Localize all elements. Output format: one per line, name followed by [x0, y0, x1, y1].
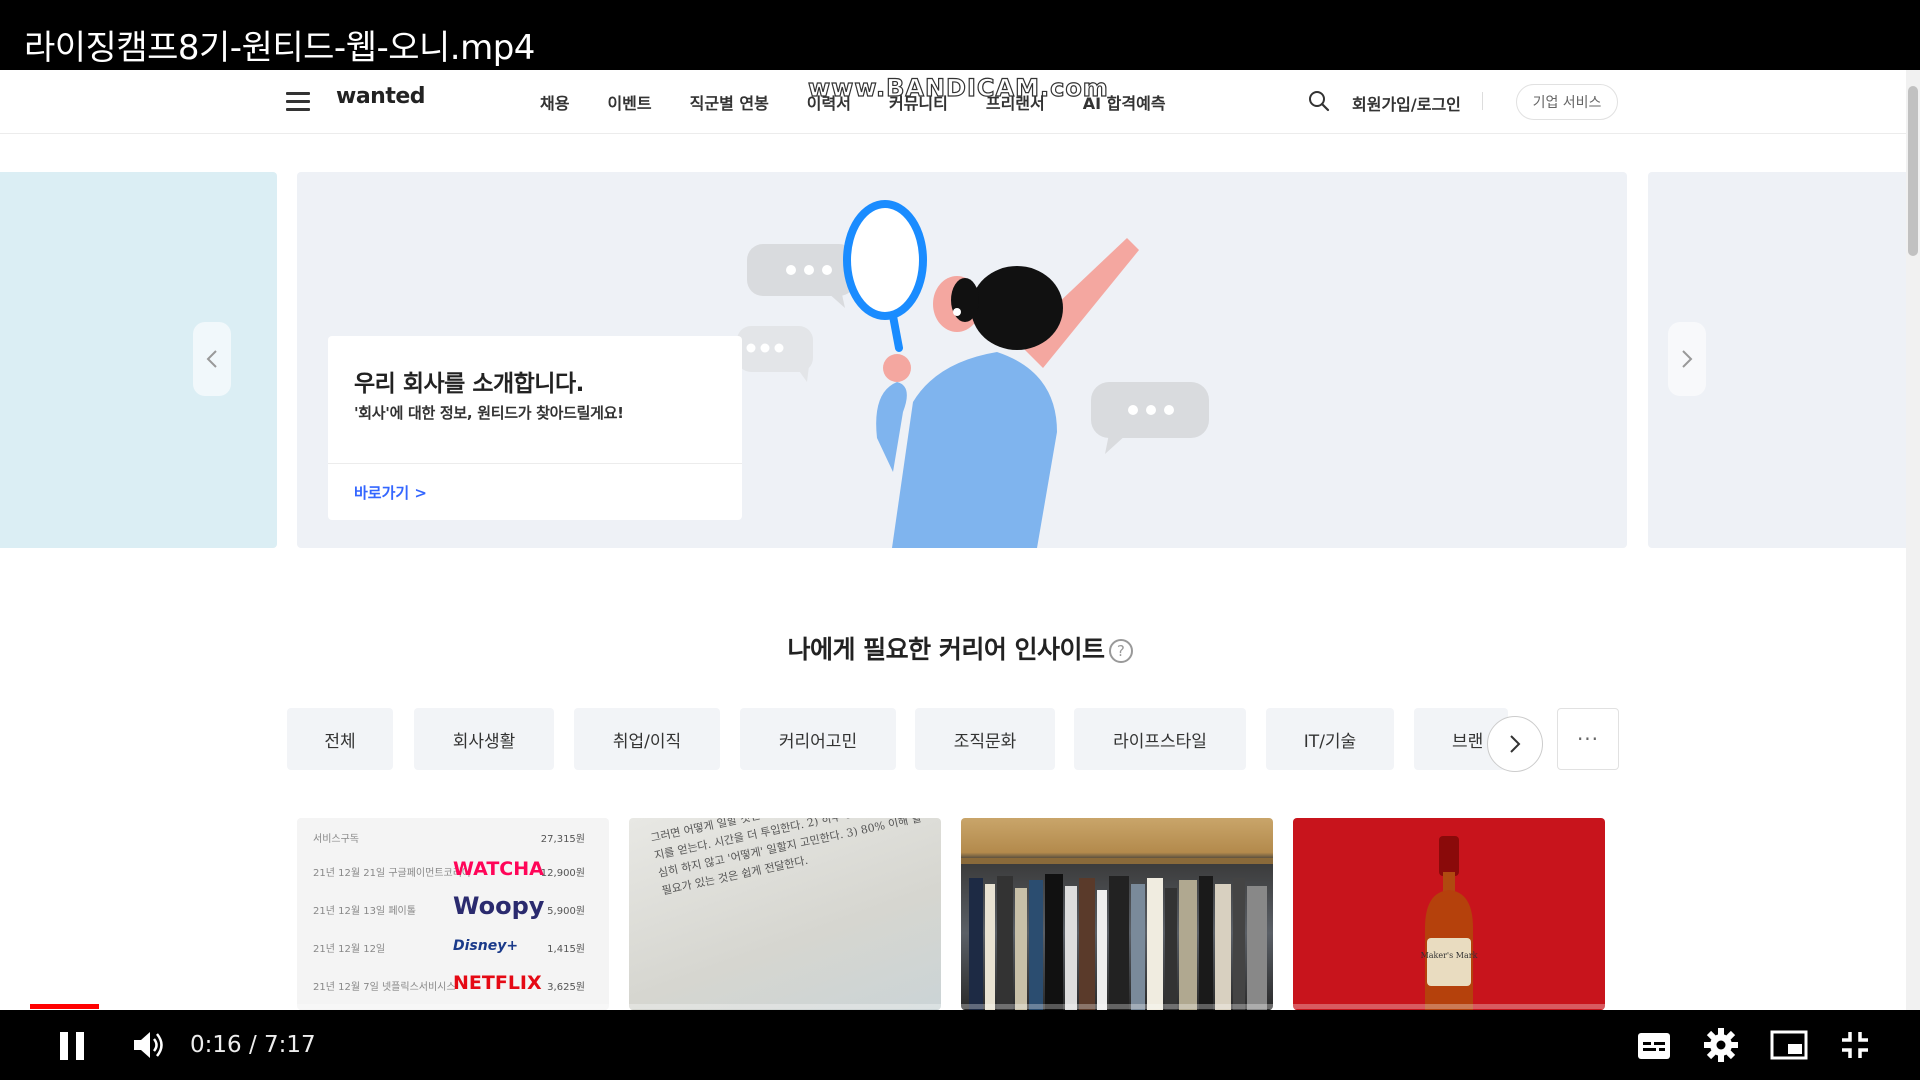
- insight-title-text: 나에게 필요한 커리어 인사이트: [787, 635, 1105, 664]
- hero-card: 우리 회사를 소개합니다. '회사'에 대한 정보, 원티드가 찾아드릴게요! …: [328, 336, 742, 520]
- chip-career-concern[interactable]: 커리어고민: [740, 708, 896, 770]
- article-card-book[interactable]: 그러면 어떻게 일할 것인가? 1) 하루 20분 명상을 한다. 예니지를 얻…: [629, 818, 941, 1010]
- row-price: 5,900원: [547, 906, 585, 917]
- chip-it-tech[interactable]: IT/기술: [1266, 708, 1394, 770]
- hero-title: 우리 회사를 소개합니다.: [354, 371, 584, 397]
- chips-more-button[interactable]: ···: [1557, 708, 1619, 770]
- chip-company-life[interactable]: 회사생활: [414, 708, 554, 770]
- speech-bubble-icon: [1091, 382, 1209, 454]
- page-scrollbar[interactable]: [1906, 70, 1920, 1010]
- nav-item-events[interactable]: 이벤트: [607, 90, 651, 114]
- bookshelf-image: [961, 858, 1273, 1010]
- video-player[interactable]: 라이징캠프8기-원티드-웹-오니.mp4 wanted 채용 이벤트 직군별 연…: [0, 0, 1920, 1080]
- row-date: 21년 12월 7일: [313, 982, 379, 993]
- chevron-right-icon: [1510, 735, 1521, 753]
- category-chips: 전체 회사생활 취업/이직 커리어고민 조직문화 라이프스타일 IT/기술 브랜…: [287, 708, 1619, 772]
- brand-logo: WATCHA: [453, 858, 544, 880]
- subscription-total: 27,315원: [540, 834, 585, 845]
- nav-item-salary[interactable]: 직군별 연봉: [690, 90, 769, 114]
- speech-bubble-icon: [737, 326, 813, 382]
- magnifier-icon: [843, 200, 927, 352]
- whisky-bottle-image: Maker's Mark: [1421, 836, 1478, 1010]
- video-title: 라이징캠프8기-원티드-웹-오니.mp4: [24, 28, 535, 68]
- menu-icon[interactable]: [286, 92, 310, 112]
- row-name: 페이톨: [388, 906, 416, 917]
- browser-viewport: wanted 채용 이벤트 직군별 연봉 이력서 커뮤니티 커뮤니티 프리랜서 …: [0, 70, 1920, 1010]
- carousel-prev-slide[interactable]: [0, 172, 277, 548]
- login-link[interactable]: 회원가입/로그인: [1352, 91, 1461, 115]
- search-icon[interactable]: [1308, 90, 1330, 112]
- subscription-header: 서비스구독 27,315원: [313, 830, 599, 852]
- article-card-subscription[interactable]: 서비스구독 27,315원 21년 12월 21일 구글페이먼트코리아 WATC…: [297, 818, 609, 1010]
- subscription-label: 서비스구독: [313, 834, 359, 845]
- progress-played: [30, 1004, 99, 1009]
- nav-item-jobs[interactable]: 채용: [540, 90, 569, 114]
- article-card-bookshelf[interactable]: [961, 818, 1273, 1010]
- chip-job-change[interactable]: 취업/이직: [574, 708, 720, 770]
- exit-fullscreen-icon[interactable]: [1840, 1030, 1870, 1060]
- insight-section-title: 나에게 필요한 커리어 인사이트?: [0, 630, 1920, 666]
- chip-lifestyle[interactable]: 라이프스타일: [1074, 708, 1246, 770]
- row-date: 21년 12월 12일: [313, 944, 386, 955]
- video-progress-bar[interactable]: [30, 1004, 1890, 1009]
- carousel-prev-button[interactable]: [193, 322, 231, 396]
- row-price: 12,900원: [540, 868, 585, 879]
- book-page-text: 그러면 어떻게 일할 것인가? 1) 하루 20분 명상을 한다. 예니지를 얻…: [649, 818, 926, 898]
- chip-org-culture[interactable]: 조직문화: [915, 708, 1055, 770]
- subscription-row: 21년 12월 7일 넷플릭스서비시스 NETFLIX 3,625원: [313, 972, 599, 1000]
- help-icon[interactable]: ?: [1108, 639, 1133, 663]
- speech-bubble-icon: [747, 244, 855, 308]
- chevron-left-icon: [206, 350, 217, 368]
- hero-subtitle: '회사'에 대한 정보, 원티드가 찾아드릴게요!: [354, 404, 624, 422]
- business-service-button[interactable]: 기업 서비스: [1516, 84, 1618, 120]
- row-name: 넷플릭스서비시스: [381, 982, 456, 993]
- row-date: 21년 12월 13일: [313, 906, 386, 917]
- bottle-label-text: Maker's Mark: [1421, 951, 1478, 960]
- subtitles-icon[interactable]: [1637, 1032, 1671, 1060]
- bandicam-watermark: www.BANDICAM.com: [807, 73, 1109, 102]
- miniplayer-icon[interactable]: [1770, 1030, 1808, 1060]
- subscription-row: 21년 12월 12일 Disney+ 1,415원: [313, 938, 599, 962]
- brand-logo: Woopy: [453, 892, 545, 920]
- carousel-next-button[interactable]: [1668, 322, 1706, 396]
- row-price: 1,415원: [547, 944, 585, 955]
- hero-shortcut-link[interactable]: 바로가기 >: [354, 482, 427, 503]
- article-cards: 서비스구독 27,315원 21년 12월 21일 구글페이먼트코리아 WATC…: [297, 818, 1627, 1010]
- row-price: 3,625원: [547, 982, 585, 993]
- hero-card-divider: [328, 463, 742, 464]
- subscription-row: 21년 12월 13일 페이톨 Woopy 5,900원: [313, 892, 599, 924]
- time-display: 0:16 / 7:17: [190, 1032, 316, 1058]
- row-date: 21년 12월 21일: [313, 868, 386, 879]
- scrollbar-thumb[interactable]: [1908, 86, 1918, 256]
- volume-icon[interactable]: [132, 1030, 166, 1060]
- chip-all[interactable]: 전체: [287, 708, 393, 770]
- header-divider: [1482, 92, 1483, 110]
- brand-logo: NETFLIX: [453, 972, 542, 994]
- chips-next-button[interactable]: [1487, 716, 1543, 772]
- chevron-right-icon: [1682, 350, 1693, 368]
- player-controls: 0:16 / 7:17: [0, 1010, 1920, 1080]
- brand-logo: Disney+: [453, 938, 519, 954]
- site-header: wanted 채용 이벤트 직군별 연봉 이력서 커뮤니티 커뮤니티 프리랜서 …: [0, 70, 1920, 134]
- article-card-whisky[interactable]: Maker's Mark: [1293, 818, 1605, 1010]
- settings-gear-icon[interactable]: [1704, 1028, 1738, 1062]
- wanted-logo[interactable]: wanted: [336, 84, 426, 109]
- pause-icon[interactable]: [58, 1030, 88, 1062]
- subscription-row: 21년 12월 21일 구글페이먼트코리아 WATCHA 12,900원: [313, 858, 599, 886]
